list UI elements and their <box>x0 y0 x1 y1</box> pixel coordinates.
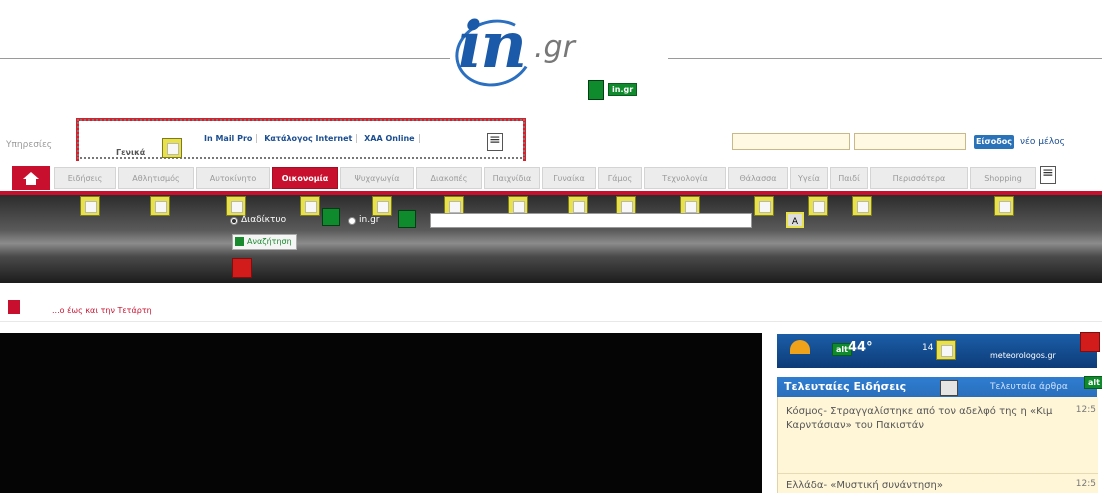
radio-web[interactable] <box>230 217 238 225</box>
hand-cursor-icon <box>322 208 340 226</box>
tab-entertainment[interactable]: Ψυχαγωγία <box>340 167 414 189</box>
tab-wedding[interactable]: Γάμος <box>598 167 642 189</box>
new-member-link[interactable]: νέο μέλος <box>1020 137 1065 147</box>
list-icon[interactable] <box>487 132 503 151</box>
plugin-icon <box>150 196 170 216</box>
alert-icon <box>8 300 20 314</box>
site-logo[interactable]: in <box>458 14 527 78</box>
logo-plugin-tag: in.gr <box>608 83 638 96</box>
search-magnifier-icon <box>235 237 244 246</box>
tab-economy[interactable]: Οικονομία <box>272 167 338 189</box>
radio-web-label: Διαδίκτυο <box>241 215 287 225</box>
tab-auto[interactable]: Αυτοκίνητο <box>196 167 270 189</box>
video-player[interactable] <box>0 333 762 493</box>
weather-small-value: 14 <box>922 343 934 353</box>
link-katalogos[interactable]: Κατάλογος Internet <box>260 134 358 143</box>
logo-hand-icon <box>588 80 604 100</box>
password-field[interactable] <box>854 133 966 150</box>
login-button[interactable]: Είσοδος <box>974 135 1014 149</box>
header-line-left <box>0 58 450 59</box>
section-divider <box>0 321 1102 322</box>
radio-in-label: in.gr <box>359 215 380 225</box>
news-tab-icon <box>940 380 958 396</box>
plugin-icon <box>226 196 246 216</box>
plugin-icon <box>300 196 320 216</box>
link-inmail-pro[interactable]: In Mail Pro <box>200 134 258 143</box>
hand-cursor-icon <box>1080 332 1100 352</box>
news-time: 12:5 <box>1075 405 1096 415</box>
username-field[interactable] <box>732 133 850 150</box>
nav-list-icon[interactable] <box>1040 165 1056 184</box>
plugin-icon <box>936 340 956 360</box>
list-item[interactable]: Ελλάδα- «Μυστική συνάντηση» <box>786 479 1056 493</box>
news-list: Κόσμος- Στραγγαλίστηκε από τον αδελφό τη… <box>777 397 1098 493</box>
plugin-icon <box>372 196 392 216</box>
weather-temp: 44° <box>848 340 873 355</box>
tab-woman[interactable]: Γυναίκα <box>542 167 596 189</box>
tab-holidays[interactable]: Διακοπές <box>416 167 482 189</box>
tab-sports[interactable]: Αθλητισμός <box>118 167 194 189</box>
hand-cursor-icon <box>398 210 416 228</box>
tab-health[interactable]: Υγεία <box>790 167 828 189</box>
list-item[interactable]: Κόσμος- Στραγγαλίστηκε από τον αδελφό τη… <box>786 405 1056 433</box>
sun-icon <box>790 340 810 354</box>
hand-cursor-icon <box>232 258 252 278</box>
tab-latest-articles[interactable]: Τελευταία άρθρα <box>990 382 1068 392</box>
search-input[interactable] <box>430 213 752 228</box>
tab-news[interactable]: Ειδήσεις <box>54 167 116 189</box>
tab-sea[interactable]: Θάλασσα <box>728 167 788 189</box>
plugin-icon <box>162 138 182 158</box>
news-time: 12:5 <box>1075 479 1096 489</box>
tab-games[interactable]: Παιχνίδια <box>484 167 540 189</box>
site-logo-suffix: .gr <box>534 30 575 65</box>
tab-child[interactable]: Παιδί <box>830 167 868 189</box>
top-links: In Mail Pro Κατάλογος Internet XAA Onlin… <box>200 134 420 143</box>
radio-in[interactable] <box>348 217 356 225</box>
plugin-icon <box>808 196 828 216</box>
search-overlay-label: Γενικά <box>116 148 146 157</box>
list-divider <box>778 473 1098 474</box>
tab-technology[interactable]: Τεχνολογία <box>644 167 726 189</box>
plugin-icon <box>994 196 1014 216</box>
home-button[interactable] <box>12 166 50 190</box>
tab-more[interactable]: Περισσότερα <box>870 167 968 189</box>
link-xaa-online[interactable]: XAA Online <box>360 134 420 143</box>
tab-shopping[interactable]: Shopping <box>970 167 1036 189</box>
plugin-icon <box>852 196 872 216</box>
services-label: Υπηρεσίες <box>6 140 53 150</box>
plugin-icon <box>80 196 100 216</box>
news-plugin-tag: alt <box>1084 376 1102 389</box>
weather-site[interactable]: meteorologos.gr <box>990 351 1056 360</box>
plugin-icon <box>754 196 774 216</box>
tab-latest-news[interactable]: Τελευταίες Ειδήσεις <box>784 380 906 393</box>
home-icon <box>23 172 39 185</box>
header-line-right <box>668 58 1102 59</box>
keyboard-icon[interactable]: A <box>786 212 804 228</box>
breaking-news-text[interactable]: ...ο έως και την Τετάρτη <box>52 306 152 315</box>
